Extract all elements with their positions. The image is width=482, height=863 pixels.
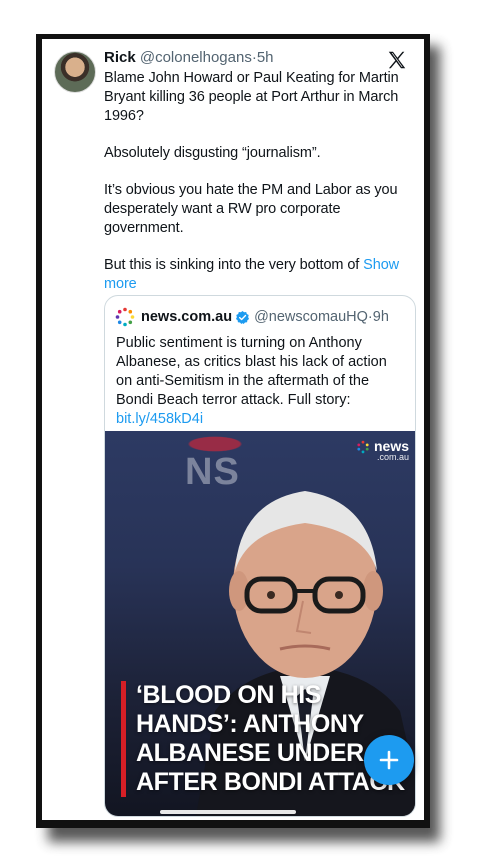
tweet-paragraph: Absolutely disgusting “journalism”. xyxy=(104,145,321,161)
quoted-header: news.com.au @newscomauHQ · 9h xyxy=(115,306,409,328)
quoted-author-name[interactable]: news.com.au xyxy=(141,309,232,325)
home-indicator[interactable] xyxy=(160,810,296,814)
author-handle[interactable]: @colonelhogans xyxy=(140,49,252,66)
tweet-paragraph: It’s obvious you hate the PM and Labor a… xyxy=(104,182,398,236)
watermark: news .com.au xyxy=(357,438,409,462)
tweet-paragraph: Blame John Howard or Paul Keating for Ma… xyxy=(104,70,399,124)
plus-icon xyxy=(379,750,399,770)
news-logo-icon xyxy=(115,307,135,327)
quoted-body: Public sentiment is turning on Anthony A… xyxy=(116,334,406,429)
quoted-text: Public sentiment is turning on Anthony A… xyxy=(116,335,387,408)
x-logo-icon[interactable] xyxy=(386,49,408,71)
tweet-paragraph-text: But this is sinking into the very bottom… xyxy=(104,257,364,273)
tweet-body: Blame John Howard or Paul Keating for Ma… xyxy=(104,69,416,294)
quoted-time[interactable]: 9h xyxy=(373,309,389,325)
quoted-tweet[interactable]: news.com.au @newscomauHQ · 9h Public senti… xyxy=(104,295,416,817)
headline-line: ‘BLOOD ON HIS xyxy=(136,681,322,709)
compose-button[interactable] xyxy=(364,735,414,785)
tweet-paragraph-last: But this is sinking into the very bottom… xyxy=(104,256,416,294)
tweet-time[interactable]: 5h xyxy=(257,49,274,66)
media-headline: ‘BLOOD ON HIS HANDS’: ANTHONY ALBANESE U… xyxy=(121,681,411,797)
avatar[interactable] xyxy=(54,51,96,93)
author-name[interactable]: Rick xyxy=(104,49,136,66)
verified-badge-icon xyxy=(236,310,250,324)
watermark-main: news xyxy=(373,438,409,454)
tweet-header: Rick @colonelhogans·5h xyxy=(104,49,384,66)
screen: Rick @colonelhogans·5h Blame John Howard… xyxy=(42,39,424,820)
story-link[interactable]: bit.ly/458kD4i xyxy=(116,411,203,427)
phone-frame: Rick @colonelhogans·5h Blame John Howard… xyxy=(36,34,430,828)
news-dots-icon xyxy=(357,440,369,454)
headline-line: HANDS’: ANTHONY xyxy=(136,710,364,738)
quoted-author-handle[interactable]: @newscomauHQ xyxy=(254,309,368,325)
